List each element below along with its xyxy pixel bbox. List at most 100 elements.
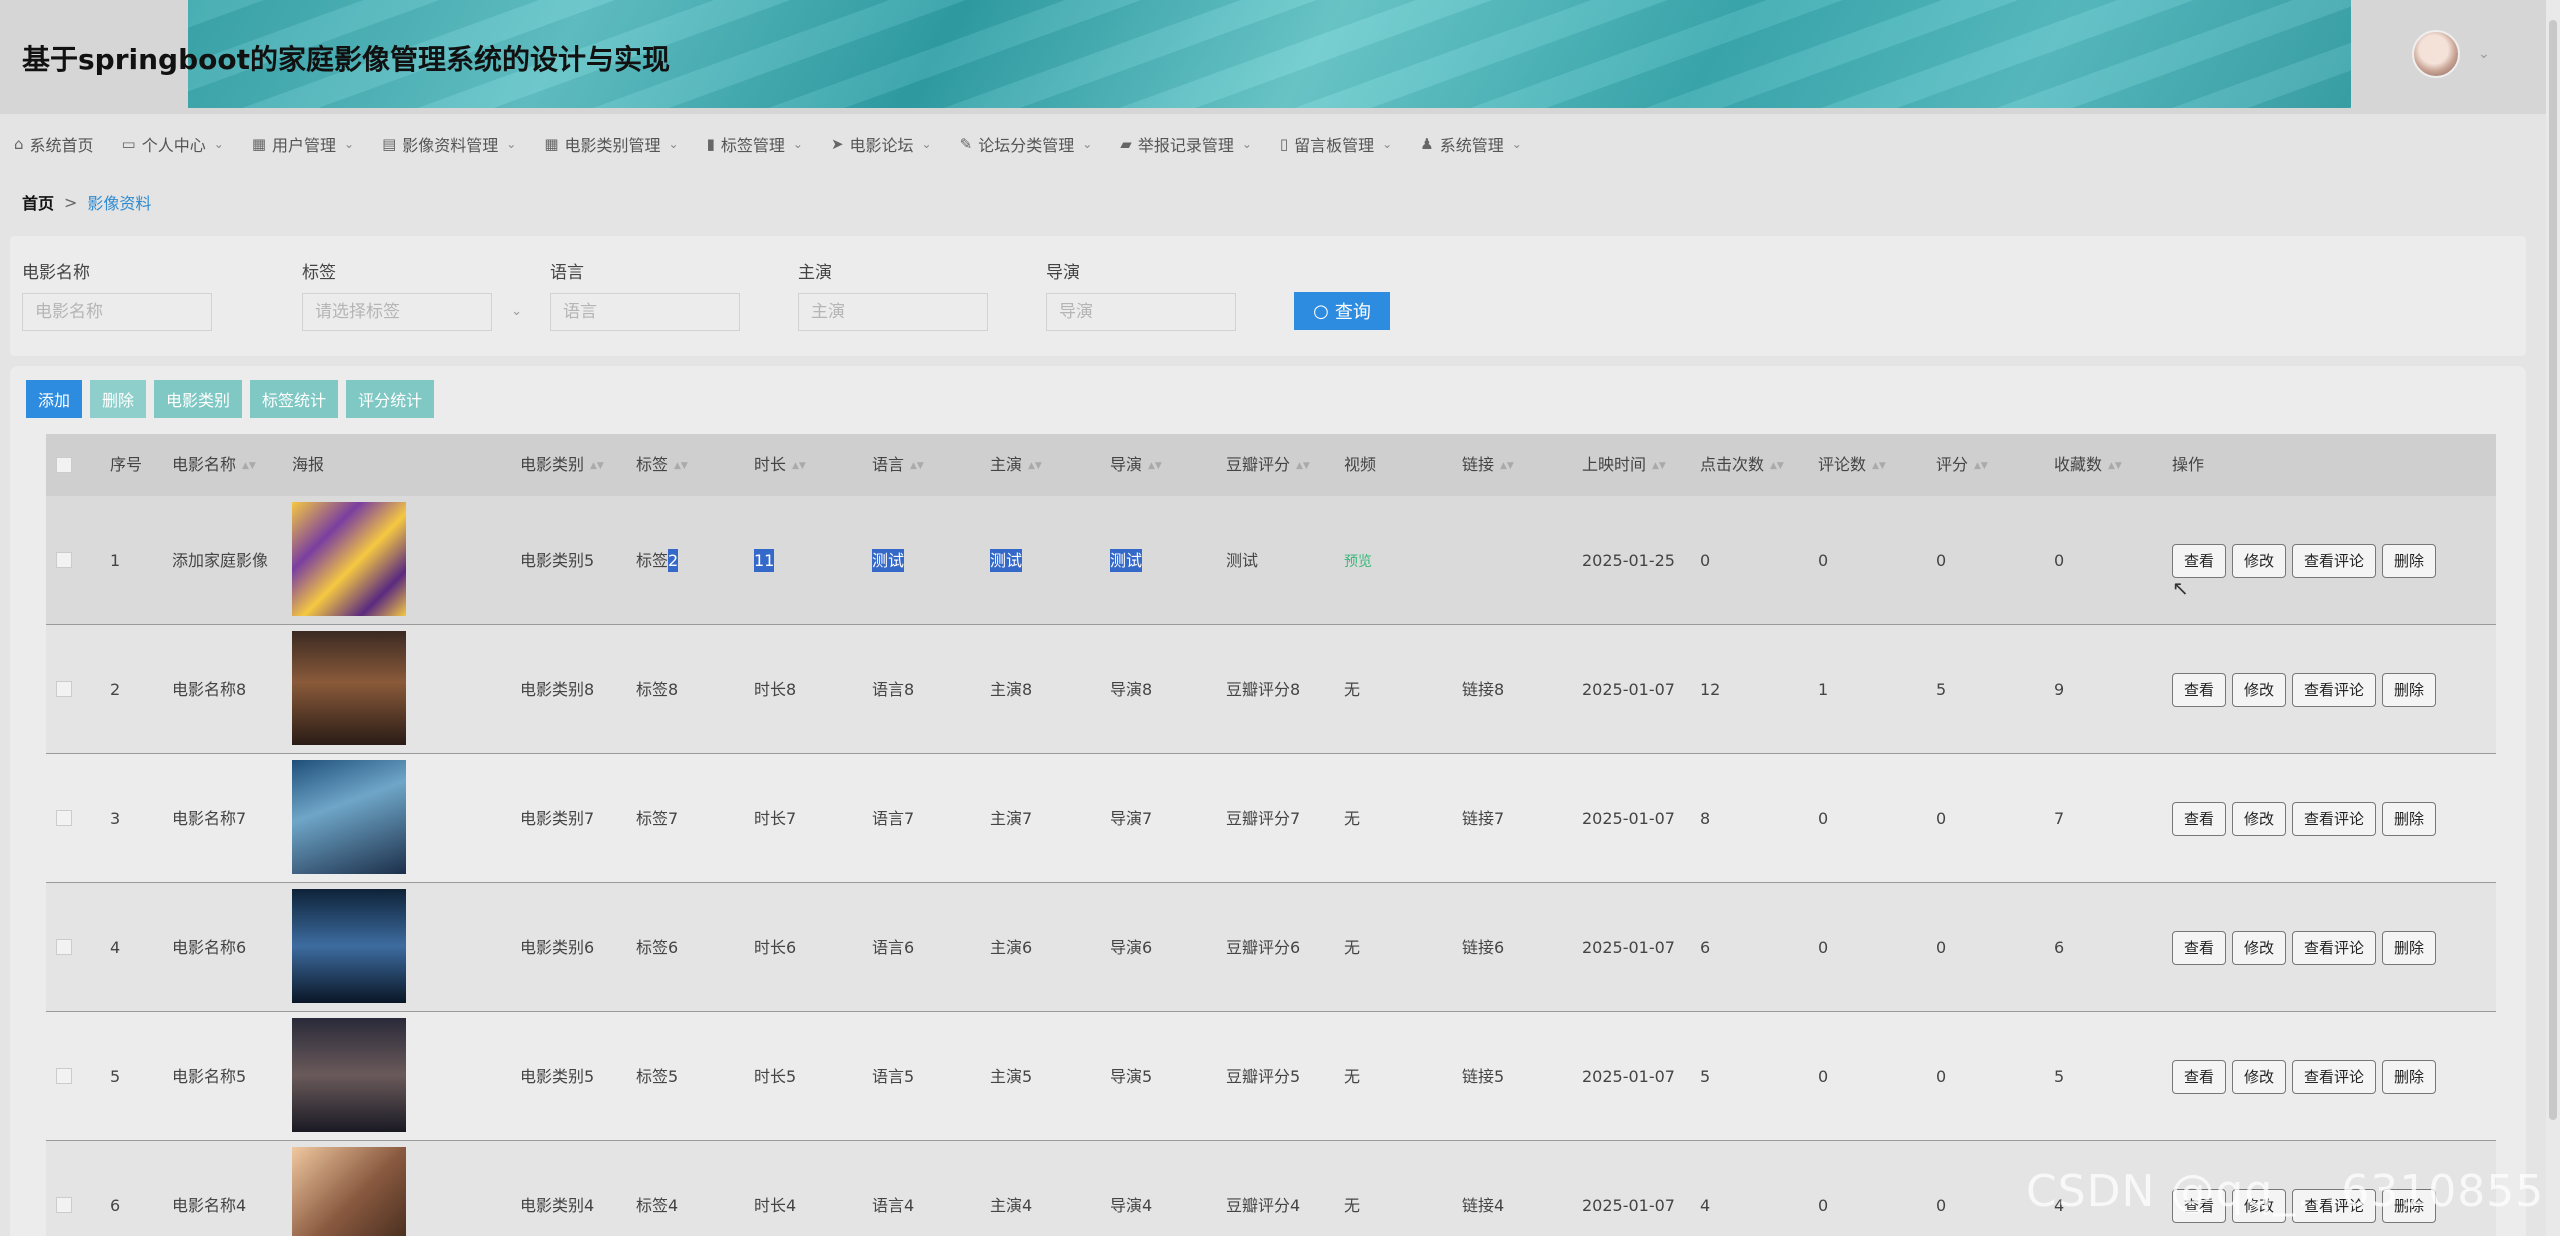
video-preview-link[interactable]: 预览 xyxy=(1344,554,1372,570)
sort-icon[interactable]: ▲▼ xyxy=(792,461,806,471)
actor-input[interactable] xyxy=(798,293,988,331)
search-button[interactable]: ○ 查询 xyxy=(1294,292,1390,330)
table-cell: 导演7 xyxy=(1110,754,1152,883)
view-button[interactable]: 查看 xyxy=(2172,1059,2227,1094)
table-cell: 电影名称6 xyxy=(172,883,246,1012)
delete-button[interactable]: 删除 xyxy=(2382,672,2437,707)
sort-icon[interactable]: ▲▼ xyxy=(910,461,924,471)
cell-director: 导演4 xyxy=(1110,1196,1153,1215)
chevron-down-icon[interactable]: ⌄ xyxy=(511,304,522,319)
view-button[interactable]: 查看 xyxy=(2172,930,2227,965)
column-header[interactable]: 豆瓣评分 ▲▼ xyxy=(1226,434,1310,496)
edit-button[interactable]: 修改 xyxy=(2232,543,2287,578)
edit-button[interactable]: 修改 xyxy=(2232,801,2287,836)
column-header[interactable]: 语言 ▲▼ xyxy=(872,434,924,496)
scroll-thumb[interactable] xyxy=(2549,20,2557,1120)
language-input[interactable] xyxy=(550,293,740,331)
column-header[interactable]: 时长 ▲▼ xyxy=(754,434,806,496)
view-comments-button[interactable]: 查看评论 xyxy=(2292,543,2377,578)
table-cell: 2 xyxy=(110,625,120,754)
column-header-label: 标签 xyxy=(636,455,669,474)
avatar-dropdown-icon[interactable]: ⌄ xyxy=(2478,46,2490,62)
nav-item[interactable]: ▤ 影像资料管理 ⌄ xyxy=(368,120,530,168)
column-header[interactable]: 评论数 ▲▼ xyxy=(1818,434,1886,496)
sort-icon[interactable]: ▲▼ xyxy=(1296,461,1310,471)
tag-select[interactable] xyxy=(302,293,492,331)
cell-favs: 9 xyxy=(2054,680,2065,699)
row-checkbox[interactable] xyxy=(56,1012,72,1140)
nav-item[interactable]: ♟ 系统管理 ⌄ xyxy=(1406,120,1536,168)
sort-icon[interactable]: ▲▼ xyxy=(1770,461,1784,471)
column-header[interactable]: 主演 ▲▼ xyxy=(990,434,1042,496)
table-row: 3 电影名称7 电影类别7 标签7 时长7 语言7 主演7 导演7 豆瓣评分7 无 链接7 2025-… xyxy=(46,754,2496,883)
nav-item[interactable]: ➤ 电影论坛 ⌄ xyxy=(817,120,946,168)
sort-icon[interactable]: ▲▼ xyxy=(2108,461,2122,471)
row-checkbox[interactable] xyxy=(56,496,72,624)
nav-item[interactable]: ▦ 用户管理 ⌄ xyxy=(238,120,368,168)
view-comments-button[interactable]: 查看评论 xyxy=(2292,672,2377,707)
breadcrumb-home[interactable]: 首页 xyxy=(22,190,54,214)
view-button[interactable]: 查看 xyxy=(2172,672,2227,707)
row-checkbox[interactable] xyxy=(56,625,72,753)
sort-icon[interactable]: ▲▼ xyxy=(1500,461,1514,471)
edit-button[interactable]: 修改 xyxy=(2232,672,2287,707)
column-header[interactable]: 链接 ▲▼ xyxy=(1462,434,1514,496)
column-header[interactable]: 收藏数 ▲▼ xyxy=(2054,434,2122,496)
delete-button[interactable]: 删除 xyxy=(2382,801,2437,836)
nav-icon: ➤ xyxy=(830,135,844,153)
edit-button[interactable]: 修改 xyxy=(2232,1059,2287,1094)
sort-icon[interactable]: ▲▼ xyxy=(1974,461,1988,471)
director-input[interactable] xyxy=(1046,293,1236,331)
delete-button[interactable]: 删除 xyxy=(2382,930,2437,965)
column-header[interactable]: 电影名称 ▲▼ xyxy=(172,434,256,496)
nav-item[interactable]: ▦ 电影类别管理 ⌄ xyxy=(530,120,692,168)
nav-item[interactable]: ⌂ 系统首页 xyxy=(0,120,108,168)
page-scrollbar[interactable] xyxy=(2546,0,2560,1236)
delete-button[interactable]: 删除 xyxy=(90,380,147,418)
column-header[interactable]: 电影类别 ▲▼ xyxy=(520,434,604,496)
sort-icon[interactable]: ▲▼ xyxy=(242,461,256,471)
avatar[interactable] xyxy=(2412,30,2460,78)
column-header[interactable]: 上映时间 ▲▼ xyxy=(1582,434,1666,496)
delete-button[interactable]: 删除 xyxy=(2382,1059,2437,1094)
column-header[interactable]: 评分 ▲▼ xyxy=(1936,434,1988,496)
sort-icon[interactable]: ▲▼ xyxy=(1652,461,1666,471)
view-comments-button[interactable]: 查看评论 xyxy=(2292,801,2377,836)
nav-item[interactable]: ▭ 个人中心 ⌄ xyxy=(108,120,238,168)
main-panel: 添加 删除 电影类别 标签统计 评分统计 序号 电影名称 ▲▼ 海报 电影类别 ▲▼ 标签 ▲… xyxy=(10,366,2526,1236)
search-label: 导演 xyxy=(1046,263,1080,283)
column-header[interactable]: 点击次数 ▲▼ xyxy=(1700,434,1784,496)
row-checkbox[interactable] xyxy=(56,1141,72,1236)
sort-icon[interactable]: ▲▼ xyxy=(1872,461,1886,471)
select-all-checkbox[interactable] xyxy=(56,434,72,496)
column-header[interactable]: 导演 ▲▼ xyxy=(1110,434,1162,496)
row-checkbox[interactable] xyxy=(56,754,72,882)
edit-button[interactable]: 修改 xyxy=(2232,930,2287,965)
delete-button[interactable]: 删除 xyxy=(2382,543,2437,578)
column-header-label: 点击次数 xyxy=(1700,455,1765,474)
nav-item[interactable]: ▰ 举报记录管理 ⌄ xyxy=(1106,120,1266,168)
sort-icon[interactable]: ▲▼ xyxy=(1148,461,1162,471)
cell-date: 2025-01-07 xyxy=(1582,938,1675,957)
cell-director: 导演5 xyxy=(1110,1067,1153,1086)
column-header[interactable]: 标签 ▲▼ xyxy=(636,434,688,496)
view-comments-button[interactable]: 查看评论 xyxy=(2292,930,2377,965)
add-button[interactable]: 添加 xyxy=(26,380,83,418)
sort-icon[interactable]: ▲▼ xyxy=(590,461,604,471)
search-label: 电影名称 xyxy=(22,263,90,283)
nav-item[interactable]: ▯ 留言板管理 ⌄ xyxy=(1266,120,1406,168)
category-button[interactable]: 电影类别 xyxy=(154,380,243,418)
row-checkbox[interactable] xyxy=(56,883,72,1011)
view-button[interactable]: 查看 xyxy=(2172,801,2227,836)
cell-date: 2025-01-07 xyxy=(1582,1067,1675,1086)
sort-icon[interactable]: ▲▼ xyxy=(674,461,688,471)
nav-item[interactable]: ✎ 论坛分类管理 ⌄ xyxy=(946,120,1107,168)
movie-name-input[interactable] xyxy=(22,293,212,331)
sort-icon[interactable]: ▲▼ xyxy=(1028,461,1042,471)
tag-stats-button[interactable]: 标签统计 xyxy=(250,380,339,418)
nav-item[interactable]: ▮ 标签管理 ⌄ xyxy=(693,120,817,168)
view-comments-button[interactable]: 查看评论 xyxy=(2292,1059,2377,1094)
nav-icon: ▤ xyxy=(382,135,397,153)
score-stats-button[interactable]: 评分统计 xyxy=(346,380,435,418)
view-button[interactable]: 查看 xyxy=(2172,543,2227,578)
